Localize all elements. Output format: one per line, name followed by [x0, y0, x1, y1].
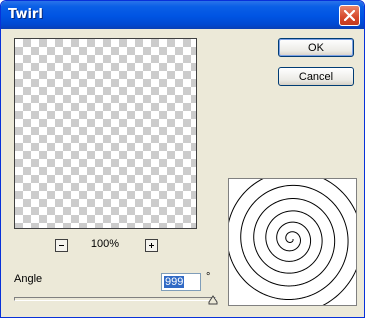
dialog-title: Twirl	[8, 7, 43, 22]
plus-icon	[149, 243, 154, 248]
twirl-dialog: Twirl 100% OK Cancel Angle 999 °	[0, 0, 365, 318]
zoom-out-button[interactable]	[55, 239, 68, 252]
angle-input[interactable]: 999	[161, 273, 201, 291]
degree-symbol: °	[206, 271, 211, 283]
angle-label: Angle	[14, 273, 43, 285]
close-button[interactable]	[339, 5, 360, 26]
preview-canvas[interactable]	[14, 38, 197, 229]
zoom-level: 100%	[90, 238, 120, 250]
angle-value: 999	[164, 276, 185, 288]
zoom-in-button[interactable]	[145, 239, 158, 252]
title-bar[interactable]: Twirl	[1, 1, 364, 29]
angle-slider-track[interactable]	[14, 297, 216, 301]
ok-button[interactable]: OK	[278, 38, 354, 57]
spiral-icon	[229, 179, 356, 305]
slider-thumb-icon[interactable]	[208, 295, 218, 305]
close-icon	[344, 10, 355, 21]
cancel-button[interactable]: Cancel	[278, 67, 354, 86]
twirl-preview	[228, 178, 357, 306]
minus-icon	[59, 245, 64, 246]
